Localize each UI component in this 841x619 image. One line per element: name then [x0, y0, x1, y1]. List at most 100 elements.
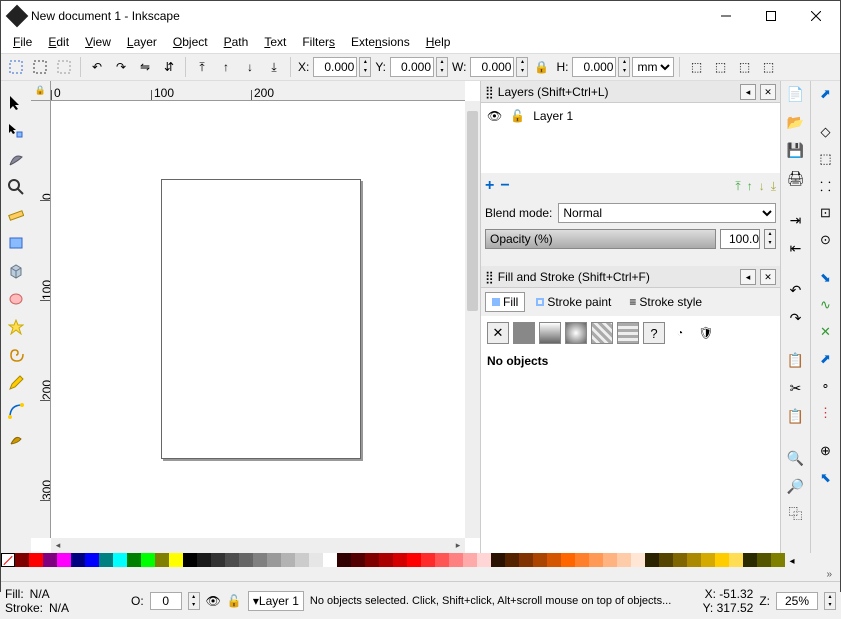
rotate-cw-button[interactable]: ↷: [110, 56, 132, 78]
bezier-tool[interactable]: [4, 399, 28, 423]
x-input[interactable]: [313, 57, 357, 77]
palette-swatch[interactable]: [281, 553, 295, 567]
snap-center-button[interactable]: ⊕: [815, 440, 837, 462]
affect-gradient-button[interactable]: ⬚: [757, 56, 779, 78]
layer-top-button[interactable]: ⤒: [735, 179, 740, 194]
palette-swatch[interactable]: [477, 553, 491, 567]
snap-smooth-button[interactable]: ∘: [815, 375, 837, 397]
menu-path[interactable]: Path: [218, 33, 255, 51]
opacity-slider[interactable]: Opacity (%): [485, 229, 716, 249]
raise-button[interactable]: ↑: [215, 56, 237, 78]
paste-button[interactable]: 📋: [785, 405, 807, 427]
w-input[interactable]: [470, 57, 514, 77]
add-layer-button[interactable]: +: [485, 177, 494, 195]
paint-undef2-icon[interactable]: 🛡: [695, 322, 717, 344]
snap-midpoint-button[interactable]: ⋮: [815, 402, 837, 424]
palette-swatch[interactable]: [225, 553, 239, 567]
palette-swatch[interactable]: [351, 553, 365, 567]
star-tool[interactable]: [4, 315, 28, 339]
cut-button[interactable]: ✂: [785, 377, 807, 399]
menu-filters[interactable]: Filters: [296, 33, 341, 51]
zoom-fit-button[interactable]: 🔍: [785, 447, 807, 469]
flip-v-button[interactable]: ⇵: [158, 56, 180, 78]
x-spinner[interactable]: ▴▾: [359, 57, 371, 77]
paint-swatch-button[interactable]: [617, 322, 639, 344]
palette-swatch[interactable]: [407, 553, 421, 567]
palette-swatch[interactable]: [687, 553, 701, 567]
palette-swatch[interactable]: [603, 553, 617, 567]
snap-bbox-button[interactable]: ◇: [815, 121, 837, 143]
raise-top-button[interactable]: ⤒: [191, 56, 213, 78]
palette-swatch[interactable]: [645, 553, 659, 567]
palette-swatch[interactable]: [575, 553, 589, 567]
palette-swatch[interactable]: [211, 553, 225, 567]
snap-path-button[interactable]: ∿: [815, 294, 837, 316]
palette-swatch[interactable]: [15, 553, 29, 567]
w-spinner[interactable]: ▴▾: [516, 57, 528, 77]
paint-pattern-button[interactable]: [591, 322, 613, 344]
palette-swatch[interactable]: [365, 553, 379, 567]
palette-swatch[interactable]: [99, 553, 113, 567]
spiral-tool[interactable]: [4, 343, 28, 367]
palette-swatch[interactable]: [771, 553, 785, 567]
flip-h-button[interactable]: ⇋: [134, 56, 156, 78]
status-opacity-spinner[interactable]: ▴▾: [188, 592, 200, 610]
opacity-spinner[interactable]: ▴▾: [764, 229, 776, 249]
deselect-button[interactable]: [53, 56, 75, 78]
layer-row[interactable]: 👁 🔓 Layer 1: [485, 107, 776, 125]
ruler-vertical[interactable]: 0100200300: [31, 101, 51, 538]
palette-swatch[interactable]: [267, 553, 281, 567]
layer-bottom-button[interactable]: ⤓: [771, 179, 776, 194]
new-button[interactable]: 📄: [785, 83, 807, 105]
ruler-lock-icon[interactable]: 🔒: [31, 81, 51, 101]
maximize-button[interactable]: [748, 2, 793, 30]
print-button[interactable]: 🖨: [785, 167, 807, 189]
layer-up-button[interactable]: ↑: [747, 179, 753, 193]
select-all-layers-button[interactable]: [29, 56, 51, 78]
palette-swatch[interactable]: [519, 553, 533, 567]
3dbox-tool[interactable]: [4, 259, 28, 283]
palette-swatch[interactable]: [337, 553, 351, 567]
minimize-button[interactable]: [703, 2, 748, 30]
zoom-spinner[interactable]: ▴▾: [824, 592, 836, 610]
zoom-input[interactable]: [776, 592, 818, 610]
palette-swatch[interactable]: [29, 553, 43, 567]
status-opacity-input[interactable]: [150, 592, 182, 610]
snap-bbox-edge-button[interactable]: ⬚: [815, 148, 837, 170]
menu-text[interactable]: Text: [258, 33, 292, 51]
menu-object[interactable]: Object: [167, 33, 214, 51]
menu-help[interactable]: Help: [420, 33, 457, 51]
palette-swatch[interactable]: [617, 553, 631, 567]
paint-none-button[interactable]: ✕: [487, 322, 509, 344]
palette-swatch[interactable]: [57, 553, 71, 567]
palette-swatch[interactable]: [533, 553, 547, 567]
calligraphy-tool[interactable]: [4, 427, 28, 451]
palette-swatch[interactable]: [547, 553, 561, 567]
opacity-input[interactable]: [720, 229, 760, 249]
menu-extensions[interactable]: Extensions: [345, 33, 416, 51]
palette-swatch[interactable]: [757, 553, 771, 567]
fillstroke-minimize-button[interactable]: ◂: [740, 269, 756, 285]
redo-button[interactable]: ↷: [785, 307, 807, 329]
palette-swatch[interactable]: [631, 553, 645, 567]
layers-minimize-button[interactable]: ◂: [740, 84, 756, 100]
palette-swatch[interactable]: [239, 553, 253, 567]
tab-stroke-paint[interactable]: Stroke paint: [529, 292, 618, 312]
palette-swatch[interactable]: [71, 553, 85, 567]
scrollbar-vertical[interactable]: [465, 101, 480, 538]
h-spinner[interactable]: ▴▾: [618, 57, 630, 77]
undo-button[interactable]: ↶: [785, 279, 807, 301]
affect-scale-button[interactable]: ⬚: [709, 56, 731, 78]
palette-swatch[interactable]: [309, 553, 323, 567]
palette-swatch[interactable]: [141, 553, 155, 567]
palette-swatch[interactable]: [127, 553, 141, 567]
paint-undef1-icon[interactable]: ◔: [669, 322, 691, 344]
palette-swatch[interactable]: [323, 553, 337, 567]
y-spinner[interactable]: ▴▾: [436, 57, 448, 77]
snap-enable-button[interactable]: ⬈: [815, 83, 837, 105]
palette-swatch[interactable]: [505, 553, 519, 567]
snap-cusp-button[interactable]: ⬈: [815, 348, 837, 370]
rotate-ccw-button[interactable]: ↶: [86, 56, 108, 78]
lower-bottom-button[interactable]: ⤓: [263, 56, 285, 78]
palette-swatch[interactable]: [379, 553, 393, 567]
